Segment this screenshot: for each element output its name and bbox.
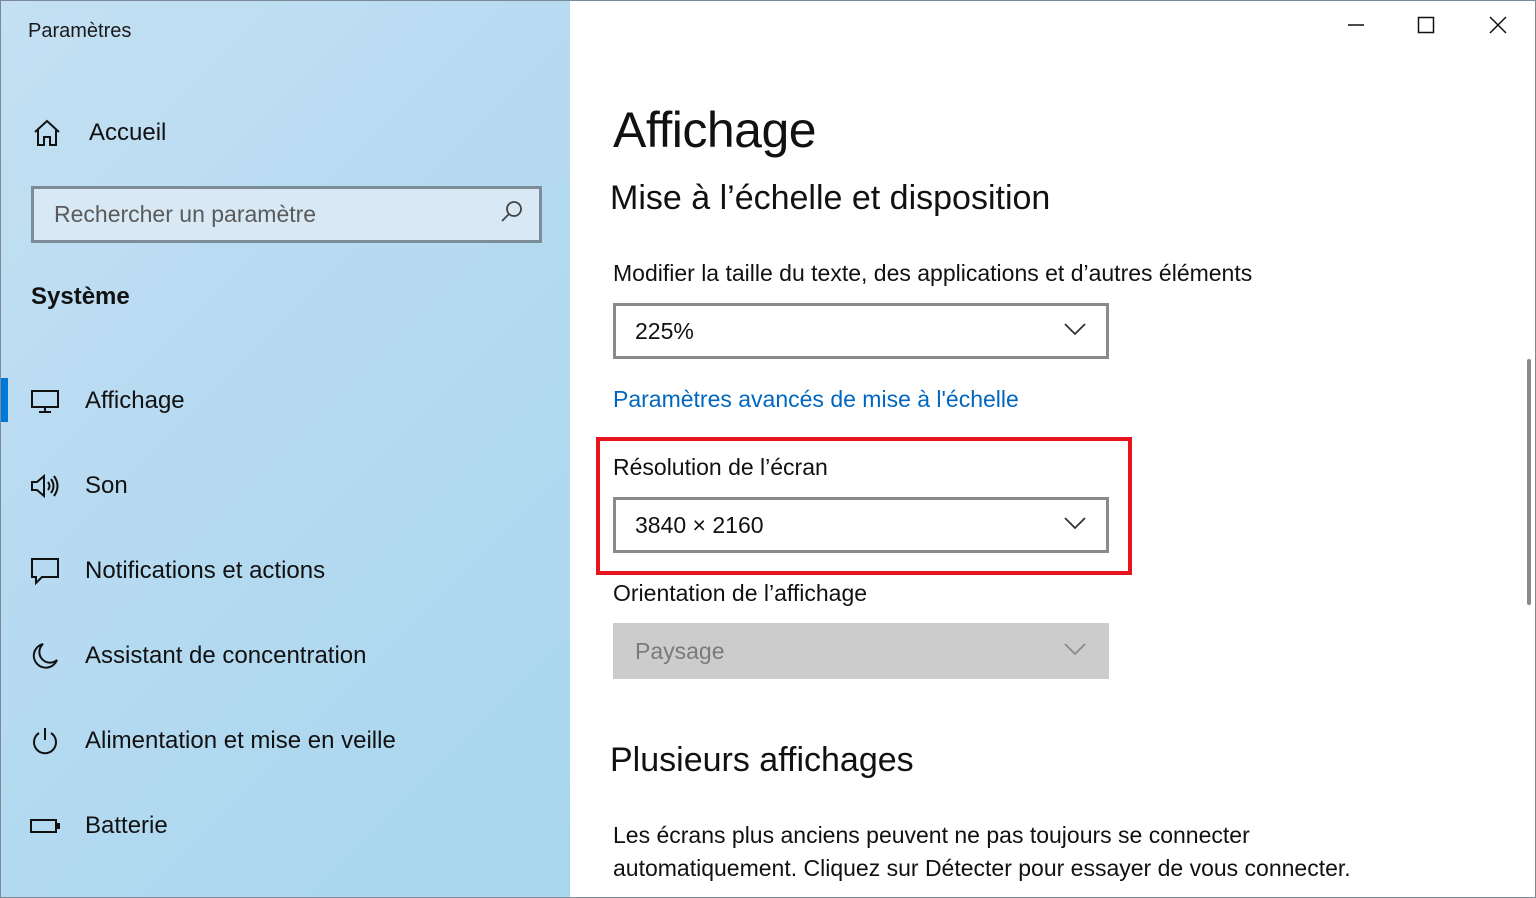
scrollbar[interactable]	[1527, 359, 1531, 605]
maximize-icon	[1417, 16, 1435, 39]
scale-dropdown[interactable]: 225%	[613, 303, 1109, 359]
sidebar-item-batterie[interactable]: Batterie	[1, 796, 570, 856]
resolution-label: Résolution de l’écran	[613, 454, 828, 480]
search-icon[interactable]	[499, 199, 525, 230]
speaker-icon	[29, 470, 61, 502]
resolution-value: 3840 × 2160	[635, 511, 764, 538]
section-title: Système	[31, 283, 130, 310]
power-icon	[29, 725, 61, 757]
orientation-dropdown: Paysage	[613, 623, 1109, 679]
sidebar-item-label: Affichage	[85, 387, 185, 414]
sidebar-item-label: Alimentation et mise en veille	[85, 727, 396, 754]
search-box[interactable]	[31, 186, 542, 243]
sidebar: Paramètres Accueil Système	[1, 1, 570, 897]
resolution-dropdown[interactable]: 3840 × 2160	[613, 497, 1109, 553]
page-title: Affichage	[613, 102, 817, 158]
moon-icon	[29, 640, 61, 672]
home-label: Accueil	[89, 119, 167, 146]
sidebar-item-label: Batterie	[85, 812, 168, 839]
multiple-displays-heading: Plusieurs affichages	[610, 741, 914, 779]
chevron-down-icon	[1064, 642, 1086, 661]
orientation-label: Orientation de l’affichage	[613, 580, 868, 606]
close-icon	[1489, 15, 1507, 39]
close-button[interactable]	[1464, 1, 1532, 53]
scale-value: 225%	[635, 317, 694, 344]
notification-icon	[29, 555, 61, 587]
search-input[interactable]	[54, 201, 499, 228]
advanced-scaling-link[interactable]: Paramètres avancés de mise à l'échelle	[613, 386, 1019, 413]
battery-icon	[29, 810, 61, 842]
monitor-icon	[29, 385, 61, 417]
app-title: Paramètres	[28, 20, 132, 42]
settings-window: Paramètres Accueil Système	[0, 0, 1536, 898]
orientation-value: Paysage	[635, 637, 725, 664]
sidebar-item-concentration[interactable]: Assistant de concentration	[1, 626, 570, 686]
sidebar-item-alimentation[interactable]: Alimentation et mise en veille	[1, 711, 570, 771]
maximize-button[interactable]	[1392, 1, 1460, 53]
minimize-icon	[1347, 16, 1365, 39]
sidebar-item-label: Son	[85, 472, 128, 499]
sidebar-item-son[interactable]: Son	[1, 456, 570, 516]
chevron-down-icon	[1064, 322, 1086, 341]
minimize-button[interactable]	[1322, 1, 1390, 53]
sidebar-item-notifications[interactable]: Notifications et actions	[1, 541, 570, 601]
scale-label: Modifier la taille du texte, des applica…	[613, 260, 1253, 286]
sidebar-item-label: Notifications et actions	[85, 557, 326, 584]
multiple-displays-description: Les écrans plus anciens peuvent ne pas t…	[613, 822, 1351, 881]
main-content: Affichage Mise à l’échelle et dispositio…	[570, 1, 1535, 897]
sidebar-item-label: Assistant de concentration	[85, 642, 367, 669]
scale-layout-heading: Mise à l’échelle et disposition	[610, 179, 1051, 217]
sidebar-item-affichage[interactable]: Affichage	[1, 371, 570, 431]
chevron-down-icon	[1064, 516, 1086, 535]
home-icon	[31, 117, 63, 149]
home-nav-item[interactable]: Accueil	[31, 111, 531, 155]
